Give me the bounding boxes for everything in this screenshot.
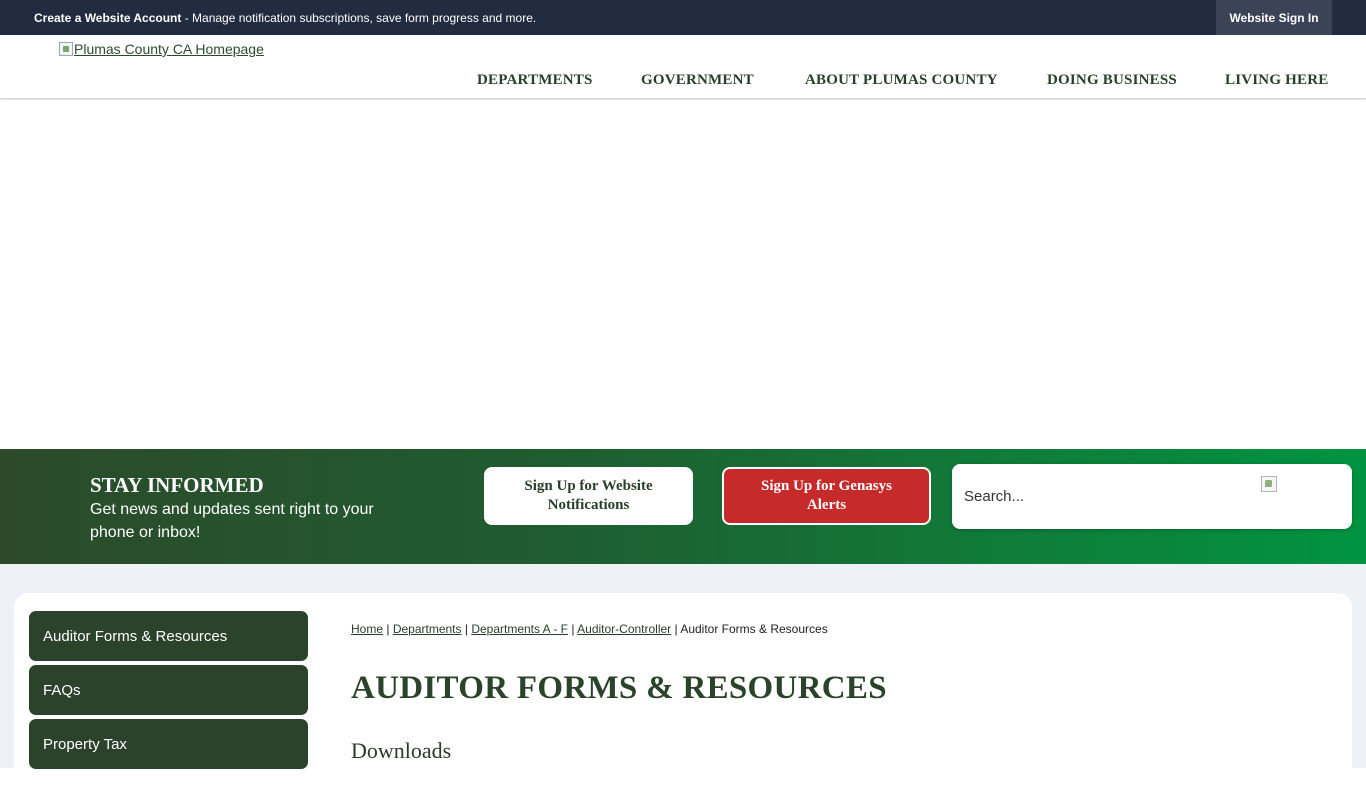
- search-input[interactable]: [964, 484, 1224, 508]
- breadcrumb-departments-a-f[interactable]: Departments A - F: [471, 622, 568, 636]
- stay-informed-title: STAY INFORMED: [90, 473, 264, 497]
- nav-departments[interactable]: DEPARTMENTS: [477, 72, 593, 92]
- breadcrumb-auditor-controller[interactable]: Auditor-Controller: [577, 622, 671, 636]
- downloads-heading: Downloads: [351, 738, 452, 763]
- nav-living-here[interactable]: LIVING HERE: [1225, 72, 1328, 92]
- create-account-description: - Manage notification subscriptions, sav…: [181, 11, 537, 25]
- create-account-link[interactable]: Create a Website Account: [34, 11, 181, 25]
- nav-government[interactable]: GOVERNMENT: [641, 72, 754, 92]
- search-icon[interactable]: [1261, 476, 1277, 492]
- homepage-logo-link[interactable]: Plumas County CA Homepage: [59, 41, 264, 57]
- nav-about-plumas-county[interactable]: ABOUT PLUMAS COUNTY: [805, 72, 998, 92]
- genasys-alerts-button[interactable]: Sign Up for Genasys Alerts: [722, 467, 931, 525]
- account-bar: Create a Website Account - Manage notifi…: [0, 0, 1366, 35]
- breadcrumb-separator: |: [568, 622, 578, 636]
- sidebar-item-auditor-forms[interactable]: Auditor Forms & Resources: [29, 611, 308, 661]
- create-account-message[interactable]: Create a Website Account - Manage notifi…: [34, 11, 536, 25]
- logo-alt-text: Plumas County CA Homepage: [74, 41, 264, 57]
- breadcrumb-departments[interactable]: Departments: [393, 622, 462, 636]
- search-box: [952, 464, 1352, 529]
- breadcrumb-separator: |: [461, 622, 472, 636]
- website-sign-in-button[interactable]: Website Sign In: [1216, 0, 1332, 35]
- stay-informed-band: STAY INFORMED Get news and updates sent …: [0, 449, 1366, 564]
- sidebar-item-property-tax[interactable]: Property Tax: [29, 719, 308, 769]
- website-notifications-button[interactable]: Sign Up for Website Notifications: [484, 467, 693, 525]
- site-header: Plumas County CA Homepage DEPARTMENTS GO…: [0, 35, 1366, 99]
- sidebar-item-faqs[interactable]: FAQs: [29, 665, 308, 715]
- breadcrumb: Home | Departments | Departments A - F |…: [351, 622, 828, 636]
- breadcrumb-separator: |: [383, 622, 393, 636]
- broken-image-icon: [59, 42, 73, 56]
- breadcrumb-home[interactable]: Home: [351, 622, 383, 636]
- page-title: AUDITOR FORMS & RESOURCES: [351, 670, 887, 706]
- nav-doing-business[interactable]: DOING BUSINESS: [1047, 72, 1177, 92]
- breadcrumb-current: Auditor Forms & Resources: [680, 622, 828, 636]
- breadcrumb-separator: |: [671, 622, 681, 636]
- stay-informed-description: Get news and updates sent right to your …: [90, 501, 374, 541]
- hero-banner: [0, 100, 1366, 449]
